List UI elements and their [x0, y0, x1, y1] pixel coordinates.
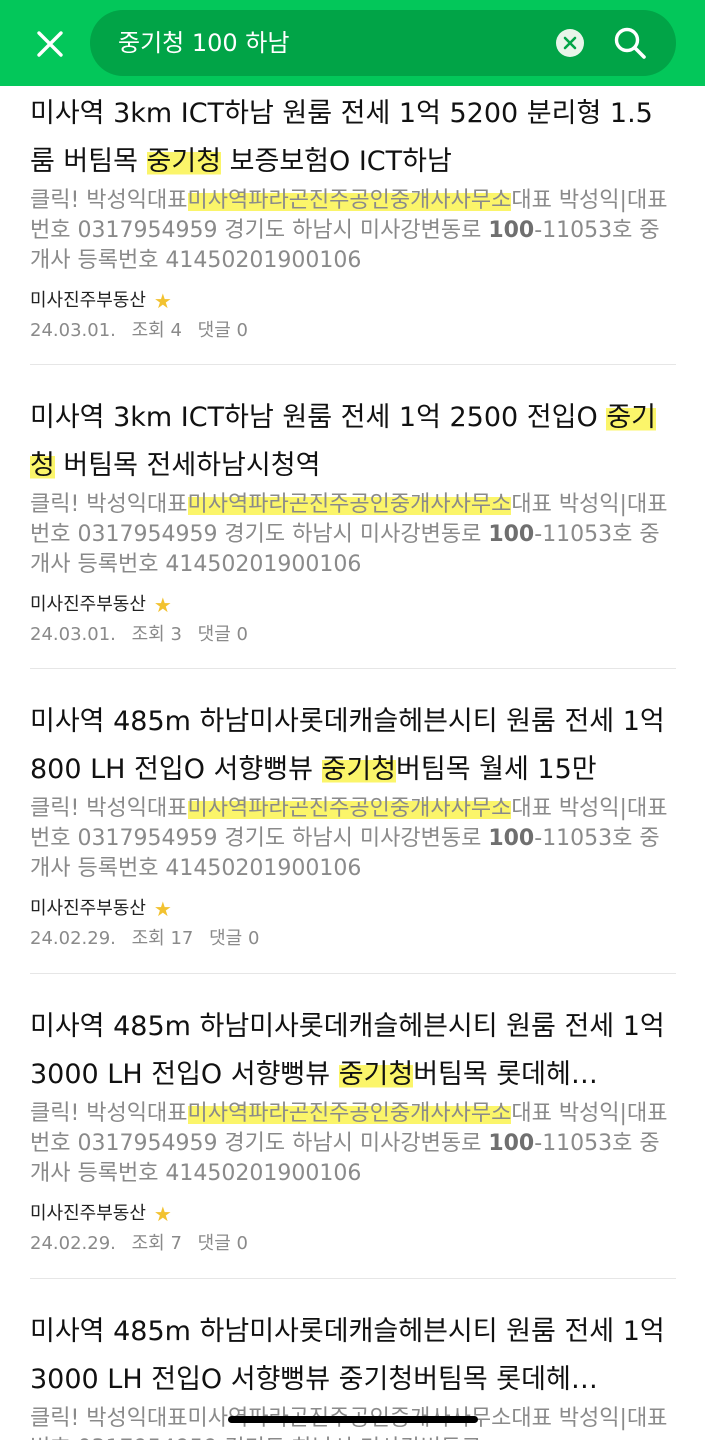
star-icon: ★	[153, 593, 172, 617]
result-date: 24.03.01.	[30, 320, 116, 341]
result-views: 조회 4	[131, 320, 182, 341]
divider	[30, 973, 676, 974]
divider	[30, 1278, 676, 1279]
author-name[interactable]: 미사진주부동산	[30, 1199, 146, 1229]
result-views: 조회 3	[131, 624, 182, 645]
result-item[interactable]: 미사역 485m 하남미사롯데캐슬헤븐시티 원룸 전세 1억 3000 LH 전…	[30, 1003, 676, 1259]
result-stats: 24.03.01. 조회 3 댓글 0	[30, 620, 676, 650]
result-description: 클릭! 박성익대표미사역파라곤진주공인중개사사무소대표 박성익|대표번호 031…	[30, 492, 668, 577]
result-comments: 댓글 0	[197, 320, 248, 341]
star-icon: ★	[153, 289, 172, 313]
divider	[30, 668, 676, 669]
title-highlight: 중기청	[321, 754, 397, 785]
desc-highlight: 미사역파라곤진주공인중개사사무소	[187, 188, 512, 213]
result-comments: 댓글 0	[209, 928, 260, 949]
clear-search-button[interactable]	[556, 29, 584, 57]
result-item[interactable]: 미사역 485m 하남미사롯데캐슬헤븐시티 원룸 전세 1억 800 LH 전입…	[30, 698, 676, 954]
result-title[interactable]: 미사역 3km ICT하남 원룸 전세 1억 5200 분리형 1.5룸 버팀목…	[30, 90, 676, 186]
result-author[interactable]: 미사진주부동산 ★	[30, 894, 676, 924]
result-comments: 댓글 0	[197, 624, 248, 645]
result-date: 24.02.29.	[30, 1233, 116, 1254]
result-date: 24.02.29.	[30, 928, 116, 949]
search-icon	[614, 27, 646, 59]
result-description: 클릭! 박성익대표미사역파라곤진주공인중개사사무소대표 박성익|대표번호 031…	[30, 796, 668, 881]
search-input[interactable]: 중기청 100 하남	[118, 10, 289, 76]
author-name[interactable]: 미사진주부동산	[30, 894, 146, 924]
divider	[30, 364, 676, 365]
search-field[interactable]: 중기청 100 하남	[90, 10, 676, 76]
result-item[interactable]: 미사역 3km ICT하남 원룸 전세 1억 5200 분리형 1.5룸 버팀목…	[30, 90, 676, 346]
author-name[interactable]: 미사진주부동산	[30, 286, 146, 316]
result-title[interactable]: 미사역 3km ICT하남 원룸 전세 1억 2500 전입O 중기청 버팀목 …	[30, 394, 676, 490]
result-title[interactable]: 미사역 485m 하남미사롯데캐슬헤븐시티 원룸 전세 1억 800 LH 전입…	[30, 698, 676, 794]
result-title[interactable]: 미사역 485m 하남미사롯데캐슬헤븐시티 원룸 전세 1억 3000 LH 전…	[30, 1003, 676, 1099]
close-button[interactable]	[30, 24, 70, 64]
result-date: 24.03.01.	[30, 624, 116, 645]
desc-highlight: 미사역파라곤진주공인중개사사무소	[187, 1101, 512, 1126]
desc-highlight: 미사역파라곤진주공인중개사사무소	[187, 492, 512, 517]
result-description: 클릭! 박성익대표미사역파라곤진주공인중개사사무소대표 박성익|대표번호 031…	[30, 188, 668, 273]
star-icon: ★	[153, 897, 172, 921]
result-comments: 댓글 0	[197, 1233, 248, 1254]
result-views: 조회 17	[131, 928, 194, 949]
author-name[interactable]: 미사진주부동산	[30, 590, 146, 620]
result-stats: 24.03.01. 조회 4 댓글 0	[30, 316, 676, 346]
top-bar: 중기청 100 하남	[0, 0, 705, 86]
result-author[interactable]: 미사진주부동산 ★	[30, 1199, 676, 1229]
result-stats: 24.02.29. 조회 17 댓글 0	[30, 924, 676, 954]
result-author[interactable]: 미사진주부동산 ★	[30, 590, 676, 620]
search-button[interactable]	[610, 23, 650, 63]
result-item[interactable]: 미사역 3km ICT하남 원룸 전세 1억 2500 전입O 중기청 버팀목 …	[30, 394, 676, 650]
home-indicator[interactable]	[228, 1416, 478, 1423]
star-icon: ★	[153, 1202, 172, 1226]
result-description: 클릭! 박성익대표미사역파라곤진주공인중개사사무소대표 박성익|대표번호 031…	[30, 1101, 668, 1186]
result-views: 조회 7	[131, 1233, 182, 1254]
title-highlight: 중기청	[338, 1059, 414, 1090]
result-title[interactable]: 미사역 485m 하남미사롯데캐슬헤븐시티 원룸 전세 1억 3000 LH 전…	[30, 1308, 676, 1404]
result-author[interactable]: 미사진주부동산 ★	[30, 286, 676, 316]
result-stats: 24.02.29. 조회 7 댓글 0	[30, 1229, 676, 1259]
desc-highlight: 미사역파라곤진주공인중개사사무소	[187, 796, 512, 821]
clear-icon	[563, 36, 577, 50]
title-highlight: 중기청	[146, 146, 222, 177]
close-icon	[37, 31, 63, 57]
